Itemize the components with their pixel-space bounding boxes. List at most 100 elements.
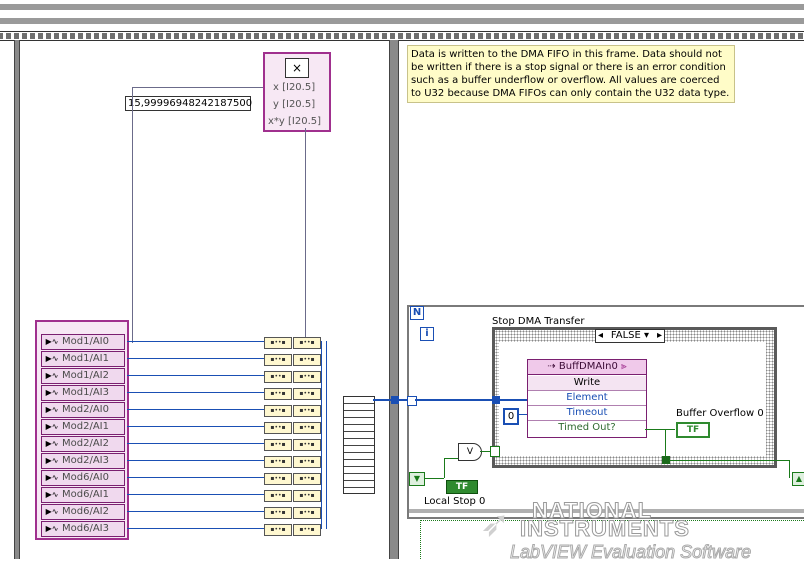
channel-mod2-ai0[interactable]: ▶∿ Mod2/AI0	[41, 402, 125, 418]
wire-to-right	[669, 460, 789, 461]
channel-mod6-ai1[interactable]: ▶∿ Mod6/AI1	[41, 487, 125, 503]
wire-ch	[127, 494, 264, 495]
convert-node[interactable]: ▪••▪	[293, 337, 321, 349]
waveform-icon: ▶∿	[45, 337, 59, 346]
convert-node[interactable]: ▪••▪	[293, 439, 321, 451]
waveform-icon: ▶∿	[45, 456, 59, 465]
shift-register-left[interactable]: ▼	[409, 472, 425, 486]
convert-node[interactable]: ▪••▪	[264, 388, 292, 400]
fifo-timedout-output: Timed Out?	[558, 422, 616, 433]
convert-node[interactable]: ▪••▪	[264, 490, 292, 502]
loop-iteration-terminal: i	[420, 327, 434, 341]
fifo-method-write: Write	[528, 376, 646, 391]
convert-node[interactable]: ▪••▪	[264, 405, 292, 417]
wire-or-in	[444, 458, 458, 459]
wire-dotted-lower-vert	[420, 520, 422, 559]
convert-node[interactable]: ▪••▪	[264, 439, 292, 451]
convert-node[interactable]: ▪••▪	[264, 456, 292, 468]
channel-mod2-ai2[interactable]: ▶∿ Mod2/AI2	[41, 436, 125, 452]
convert-node[interactable]: ▪••▪	[264, 354, 292, 366]
loop-count-terminal[interactable]: N	[410, 306, 424, 320]
fifo-timeout-input: Timeout	[528, 406, 646, 421]
channel-mod2-ai1[interactable]: ▶∿ Mod2/AI1	[41, 419, 125, 435]
convert-node[interactable]: ▪••▪	[264, 507, 292, 519]
channel-mod6-ai2[interactable]: ▶∿ Mod6/AI2	[41, 504, 125, 520]
wire-ch	[127, 443, 264, 444]
convert-node[interactable]: ▪••▪	[293, 473, 321, 485]
convert-node[interactable]: ▪••▪	[264, 337, 292, 349]
case-tunnel	[492, 396, 500, 404]
case-next-arrow[interactable]: ▸	[657, 330, 664, 342]
fifo-buffer-icon: ⫸	[617, 361, 627, 372]
multiply-input-y: y [I20.5]	[273, 99, 316, 110]
waveform-icon: ▶∿	[45, 439, 59, 448]
convert-node[interactable]: ▪••▪	[293, 405, 321, 417]
waveform-icon: ▶∿	[45, 405, 59, 414]
multiply-node[interactable]: × x [I20.5] y [I20.5] x*y [I20.5]	[263, 52, 331, 132]
convert-node[interactable]: ▪••▪	[264, 524, 292, 536]
wire-ch	[127, 528, 264, 529]
multiply-icon: ×	[285, 58, 309, 78]
fifo-name: ⇢ BuffDMAIn0 ⫸	[528, 360, 646, 375]
timeout-constant[interactable]: 0	[503, 408, 519, 425]
wire-ch	[127, 477, 264, 478]
channel-mod1-ai1[interactable]: ▶∿ Mod1/AI1	[41, 351, 125, 367]
or-gate[interactable]: V	[458, 443, 482, 461]
top-bar-1	[0, 4, 804, 10]
channel-mod6-ai3[interactable]: ▶∿ Mod6/AI3	[41, 521, 125, 537]
sequence-frame-border	[0, 31, 804, 41]
convert-node[interactable]: ▪••▪	[293, 524, 321, 536]
wire-to-array-bus	[321, 341, 322, 529]
case-selector[interactable]: ◂ FALSE ▾ ▸	[595, 329, 665, 343]
case-prev-arrow[interactable]: ◂	[596, 330, 603, 342]
frame-left-wall	[14, 40, 20, 559]
frame-divider	[389, 40, 399, 559]
convert-node[interactable]: ▪••▪	[293, 388, 321, 400]
wire-ch	[127, 409, 264, 410]
case-structure-title: Stop DMA Transfer	[492, 316, 585, 327]
waveform-icon: ▶∿	[45, 388, 59, 397]
fifo-element-input: Element	[528, 391, 646, 406]
wire-timedout	[645, 429, 675, 430]
waveform-icon: ▶∿	[45, 354, 59, 363]
convert-node[interactable]: ▪••▪	[293, 371, 321, 383]
build-array-node[interactable]	[343, 396, 375, 494]
convert-node[interactable]: ▪••▪	[264, 473, 292, 485]
convert-node[interactable]: ▪••▪	[264, 422, 292, 434]
shift-register-right[interactable]: ▲	[792, 472, 804, 486]
multiply-input-x: x [I20.5]	[273, 82, 316, 93]
wire-to-array-bus	[326, 341, 327, 529]
wire-timedout-down	[665, 429, 666, 459]
channel-mod1-ai3[interactable]: ▶∿ Mod1/AI3	[41, 385, 125, 401]
wire-local-stop-up	[444, 458, 445, 478]
channel-mod1-ai2[interactable]: ▶∿ Mod1/AI2	[41, 368, 125, 384]
convert-node[interactable]: ▪••▪	[264, 371, 292, 383]
wire-ch	[127, 426, 264, 427]
convert-node[interactable]: ▪••▪	[293, 456, 321, 468]
channel-mod1-ai0[interactable]: ▶∿ Mod1/AI0	[41, 334, 125, 350]
wire-constant-to-multiply	[132, 87, 263, 88]
convert-node[interactable]: ▪••▪	[293, 507, 321, 519]
wire-ch	[127, 392, 264, 393]
wire-ch	[127, 375, 264, 376]
case-dropdown-arrow[interactable]: ▾	[644, 330, 649, 341]
numeric-constant[interactable]: 15,99996948242187500	[125, 96, 252, 111]
fifo-write-node[interactable]: ⇢ BuffDMAIn0 ⫸ Write Element Timeout Tim…	[527, 359, 647, 438]
local-stop-control[interactable]: TF	[446, 480, 478, 494]
waveform-icon: ▶∿	[45, 507, 59, 516]
wire-ch	[127, 358, 264, 359]
channel-mod6-ai0[interactable]: ▶∿ Mod6/AI0	[41, 470, 125, 486]
convert-node[interactable]: ▪••▪	[293, 422, 321, 434]
multiply-output-xy: x*y [I20.5]	[268, 116, 322, 127]
convert-node[interactable]: ▪••▪	[293, 490, 321, 502]
io-node-box[interactable]: ▶∿ Mod1/AI0 ▶∿ Mod1/AI1 ▶∿ Mod1/AI2 ▶∿ Mod1/…	[35, 320, 129, 540]
fifo-icon: ⇢	[547, 361, 559, 372]
ni-watermark: ➶ NATIONAL INSTRUMENTS LabVIEW Evaluatio…	[480, 498, 752, 563]
convert-node[interactable]: ▪••▪	[293, 354, 321, 366]
buffer-overflow-indicator[interactable]: TF	[676, 422, 710, 438]
channel-mod2-ai3[interactable]: ▶∿ Mod2/AI3	[41, 453, 125, 469]
loop-input-tunnel	[407, 396, 417, 406]
wire-timeout	[519, 414, 527, 415]
wire-ch	[127, 341, 264, 342]
watermark-eagle-icon: ➶	[480, 503, 511, 544]
